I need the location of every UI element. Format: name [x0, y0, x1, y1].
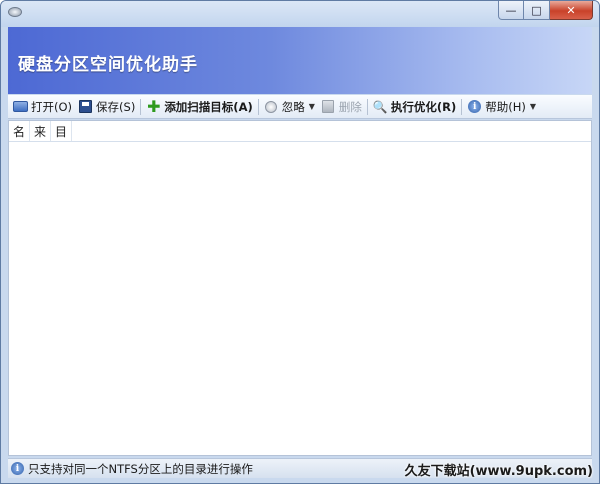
- delete-button[interactable]: 删除: [318, 96, 365, 118]
- app-title: 硬盘分区空间优化助手: [18, 55, 198, 75]
- list-header: 名 来 目: [9, 121, 591, 142]
- delete-icon: [321, 99, 336, 114]
- minimize-button[interactable]: —: [498, 1, 524, 20]
- ignore-icon: [264, 99, 279, 114]
- add-scan-target-button[interactable]: ✚ 添加扫描目标(A): [143, 96, 255, 118]
- help-button[interactable]: i 帮助(H) ▼: [464, 96, 539, 118]
- chevron-down-icon[interactable]: ▼: [309, 102, 315, 111]
- help-label: 帮助(H): [485, 99, 526, 114]
- chevron-down-icon[interactable]: ▼: [530, 102, 536, 111]
- help-icon: i: [467, 99, 482, 114]
- toolbar: 打开(O) 保存(S) ✚ 添加扫描目标(A) 忽略 ▼ 删除 🔍 执行优化(R…: [8, 95, 592, 119]
- toolbar-separator: [257, 98, 259, 115]
- open-label: 打开(O): [31, 99, 73, 114]
- folder-icon: [13, 99, 28, 114]
- open-button[interactable]: 打开(O): [10, 96, 75, 118]
- column-header-name[interactable]: 名: [9, 121, 31, 141]
- plus-icon: ✚: [147, 97, 161, 116]
- ignore-label: 忽略: [281, 99, 305, 114]
- floppy-disk-icon: [78, 99, 93, 114]
- header-banner: 硬盘分区空间优化助手: [8, 27, 592, 94]
- save-label: 保存(S): [96, 99, 136, 114]
- magnifier-icon: 🔍: [372, 99, 388, 114]
- column-header-target[interactable]: 目: [51, 121, 73, 141]
- app-icon[interactable]: [8, 7, 22, 17]
- main-window: — □ ✕ 硬盘分区空间优化助手 打开(O) 保存(S) ✚ 添加扫描目标(A)…: [0, 0, 600, 484]
- execute-optimize-button[interactable]: 🔍 执行优化(R): [370, 96, 459, 118]
- add-target-label: 添加扫描目标(A): [164, 99, 253, 114]
- ignore-button[interactable]: 忽略 ▼: [261, 96, 318, 118]
- maximize-button[interactable]: □: [524, 1, 550, 20]
- directory-list[interactable]: 名 来 目: [8, 120, 592, 456]
- window-controls: — □ ✕: [498, 1, 593, 20]
- close-button[interactable]: ✕: [550, 1, 593, 20]
- column-header-source[interactable]: 来: [30, 121, 52, 141]
- title-bar[interactable]: — □ ✕: [1, 1, 599, 27]
- toolbar-separator: [461, 98, 463, 115]
- delete-label: 删除: [338, 99, 362, 114]
- toolbar-separator: [366, 98, 368, 115]
- status-text: 只支持对同一个NTFS分区上的目录进行操作: [28, 461, 253, 476]
- info-icon: i: [11, 462, 24, 475]
- toolbar-separator: [140, 98, 142, 115]
- watermark-text: 久友下载站(www.9upk.com): [404, 464, 593, 479]
- execute-label: 执行优化(R): [390, 99, 457, 114]
- save-button[interactable]: 保存(S): [75, 96, 138, 118]
